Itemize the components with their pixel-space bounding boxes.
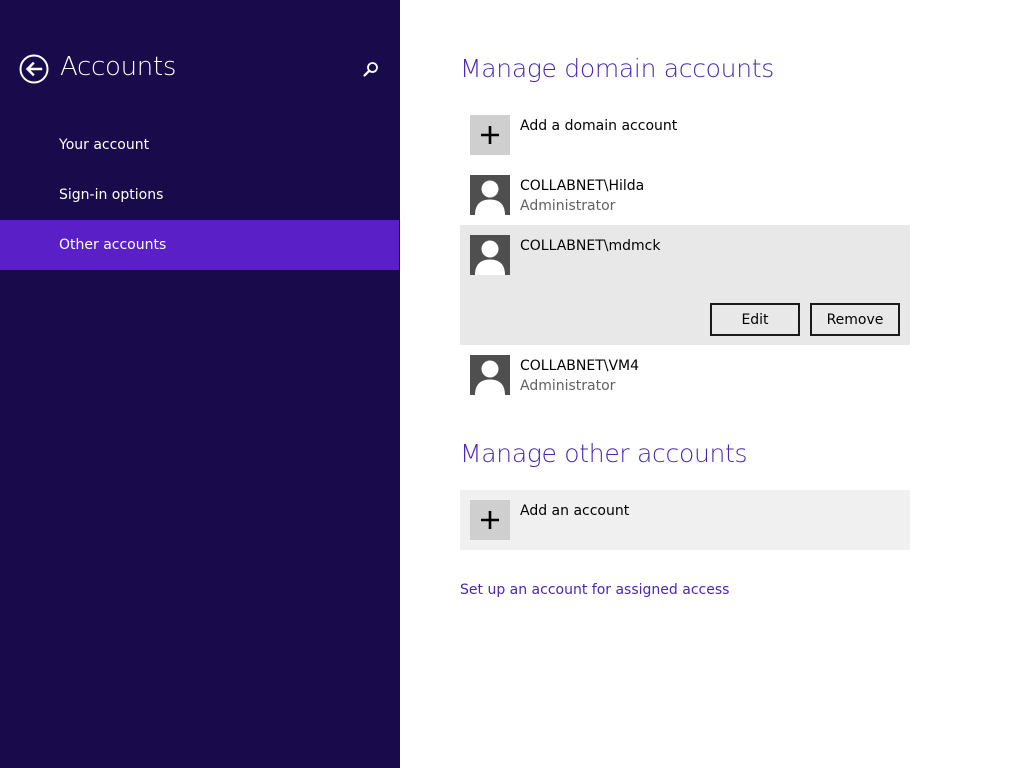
sidebar-nav: Your account Sign-in options Other accou… bbox=[0, 120, 399, 270]
user-icon bbox=[475, 240, 505, 275]
remove-button[interactable]: Remove bbox=[810, 303, 900, 336]
account-name: COLLABNET\mdmck bbox=[520, 238, 661, 254]
account-row-mdmck[interactable]: COLLABNET\mdmck Edit Remove bbox=[460, 225, 910, 345]
plus-tile bbox=[470, 115, 510, 155]
sidebar-item-sign-in-options[interactable]: Sign-in options bbox=[0, 170, 399, 220]
back-button[interactable] bbox=[19, 54, 49, 84]
add-domain-account-button[interactable]: Add a domain account bbox=[460, 115, 910, 155]
plus-icon bbox=[481, 126, 499, 144]
account-row-hilda[interactable]: COLLABNET\Hilda Administrator bbox=[460, 175, 910, 215]
avatar bbox=[470, 355, 510, 395]
add-account-label: Add an account bbox=[520, 503, 630, 519]
page-title: Accounts bbox=[60, 52, 177, 82]
add-account-button[interactable]: Add an account bbox=[460, 490, 910, 550]
account-name: COLLABNET\Hilda bbox=[520, 178, 645, 194]
account-row-vm4[interactable]: COLLABNET\VM4 Administrator bbox=[460, 355, 910, 395]
search-button[interactable] bbox=[361, 60, 381, 80]
sidebar: Accounts Your account Sign-in options Ot… bbox=[0, 0, 400, 768]
sidebar-item-other-accounts[interactable]: Other accounts bbox=[0, 220, 399, 270]
account-name: COLLABNET\VM4 bbox=[520, 358, 640, 374]
avatar bbox=[470, 175, 510, 215]
add-domain-account-label: Add a domain account bbox=[520, 118, 678, 134]
account-role: Administrator bbox=[520, 198, 616, 214]
plus-tile bbox=[470, 500, 510, 540]
plus-icon bbox=[481, 511, 499, 529]
account-role: Administrator bbox=[520, 378, 616, 394]
sidebar-item-label: Other accounts bbox=[59, 237, 167, 253]
domain-accounts-heading: Manage domain accounts bbox=[460, 54, 774, 83]
search-icon bbox=[363, 62, 378, 77]
sidebar-item-your-account[interactable]: Your account bbox=[0, 120, 399, 170]
main-content: Manage domain accounts Add a domain acco… bbox=[400, 0, 1024, 768]
sidebar-item-label: Your account bbox=[59, 137, 150, 153]
other-accounts-heading: Manage other accounts bbox=[460, 439, 748, 468]
assigned-access-link[interactable]: Set up an account for assigned access bbox=[460, 582, 729, 598]
edit-button[interactable]: Edit bbox=[710, 303, 800, 336]
user-icon bbox=[475, 360, 505, 395]
sidebar-item-label: Sign-in options bbox=[59, 187, 164, 203]
user-icon bbox=[475, 180, 505, 215]
back-arrow-icon bbox=[19, 54, 49, 84]
avatar bbox=[470, 235, 510, 275]
